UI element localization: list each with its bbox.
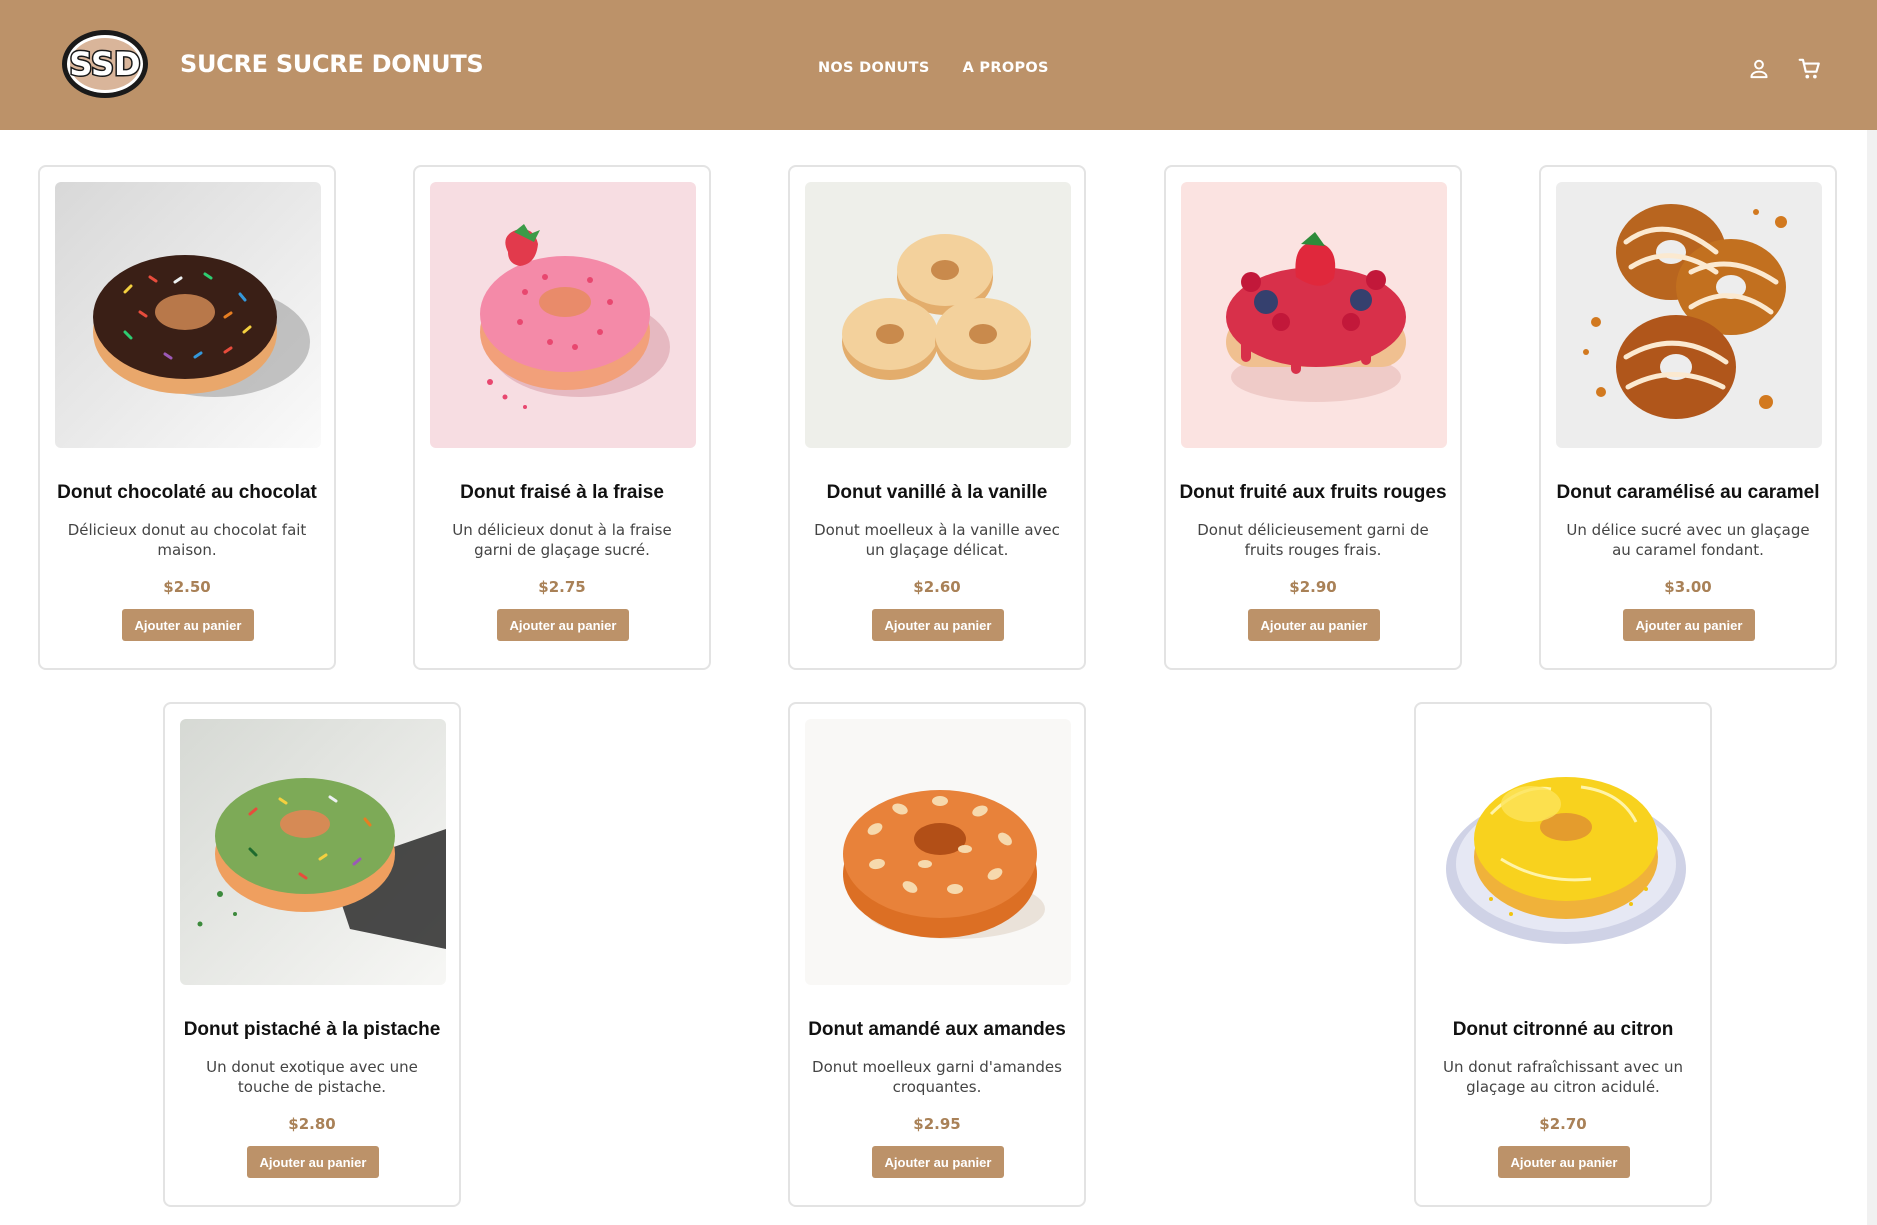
product-description: Donut moelleux à la vanille avec un glaç… (814, 521, 1060, 559)
product-card: Donut caramélisé au caramel Un délice su… (1539, 165, 1837, 670)
brand-name[interactable]: SUCRE SUCRE DONUTS (180, 50, 484, 78)
red-fruits-donut-image (1181, 182, 1447, 448)
product-price: $3.00 (1664, 578, 1712, 596)
product-card: Donut fruité aux fruits rouges Donut dél… (1164, 165, 1462, 670)
product-name: Donut amandé aux amandes (808, 1019, 1066, 1040)
product-description: Un délicieux donut à la fraise garni de … (452, 521, 672, 559)
strawberry-donut-image (430, 182, 696, 448)
chocolate-donut-image (55, 182, 321, 448)
product-card: Donut fraisé à la fraise Un délicieux do… (413, 165, 711, 670)
cart-icon[interactable] (1797, 56, 1823, 82)
page-scrollbar[interactable] (1867, 130, 1877, 1225)
add-to-cart-button[interactable]: Ajouter au panier (1498, 1146, 1630, 1178)
add-to-cart-button[interactable]: Ajouter au panier (247, 1146, 379, 1178)
product-description: Donut moelleux garni d'amandes croquante… (812, 1058, 1062, 1096)
product-price: $2.95 (913, 1115, 961, 1133)
nav-link-nos-donuts[interactable]: NOS DONUTS (818, 60, 930, 76)
product-description: Un donut exotique avec une touche de pis… (206, 1058, 418, 1096)
user-icon[interactable] (1746, 56, 1772, 82)
product-name: Donut caramélisé au caramel (1556, 482, 1820, 503)
product-card: Donut amandé aux amandes Donut moelleux … (788, 702, 1086, 1207)
product-description: Délicieux donut au chocolat fait maison. (67, 521, 307, 559)
product-price: $2.60 (913, 578, 961, 596)
lemon-donut-image (1431, 719, 1697, 985)
add-to-cart-button[interactable]: Ajouter au panier (122, 609, 254, 641)
nav-link-a-propos[interactable]: A PROPOS (963, 60, 1049, 76)
add-to-cart-button[interactable]: Ajouter au panier (872, 1146, 1004, 1178)
product-price: $2.70 (1539, 1115, 1587, 1133)
almond-donut-image (805, 719, 1071, 985)
product-card: Donut pistaché à la pistache Un donut ex… (163, 702, 461, 1207)
product-name: Donut pistaché à la pistache (183, 1019, 441, 1040)
product-card: Donut vanillé à la vanille Donut moelleu… (788, 165, 1086, 670)
product-name: Donut vanillé à la vanille (826, 482, 1048, 503)
add-to-cart-button[interactable]: Ajouter au panier (1248, 609, 1380, 641)
vanilla-donuts-image (805, 182, 1071, 448)
product-name: Donut fraisé à la fraise (460, 482, 664, 503)
product-price: $2.90 (1289, 578, 1337, 596)
product-price: $2.75 (538, 578, 586, 596)
caramel-donuts-image (1556, 182, 1822, 448)
site-header: SSD SUCRE SUCRE DONUTS NOS DONUTS A PROP… (0, 0, 1877, 130)
add-to-cart-button[interactable]: Ajouter au panier (872, 609, 1004, 641)
product-card: Donut chocolaté au chocolat Délicieux do… (38, 165, 336, 670)
product-description: Un donut rafraîchissant avec un glaçage … (1442, 1058, 1683, 1096)
product-price: $2.50 (163, 578, 211, 596)
product-card: Donut citronné au citron Un donut rafraî… (1414, 702, 1712, 1207)
product-name: Donut chocolaté au chocolat (57, 482, 317, 503)
add-to-cart-button[interactable]: Ajouter au panier (497, 609, 629, 641)
product-name: Donut fruité aux fruits rouges (1179, 482, 1447, 503)
pistachio-donut-image (180, 719, 446, 985)
add-to-cart-button[interactable]: Ajouter au panier (1623, 609, 1755, 641)
product-name: Donut citronné au citron (1452, 1019, 1674, 1040)
svg-text:SSD: SSD (69, 45, 140, 83)
main-nav: NOS DONUTS A PROPOS (818, 60, 1049, 76)
product-description: Donut délicieusement garni de fruits rou… (1197, 521, 1429, 559)
brand-logo[interactable]: SSD (60, 28, 150, 100)
product-price: $2.80 (288, 1115, 336, 1133)
product-description: Un délice sucré avec un glaçage au caram… (1566, 521, 1810, 559)
